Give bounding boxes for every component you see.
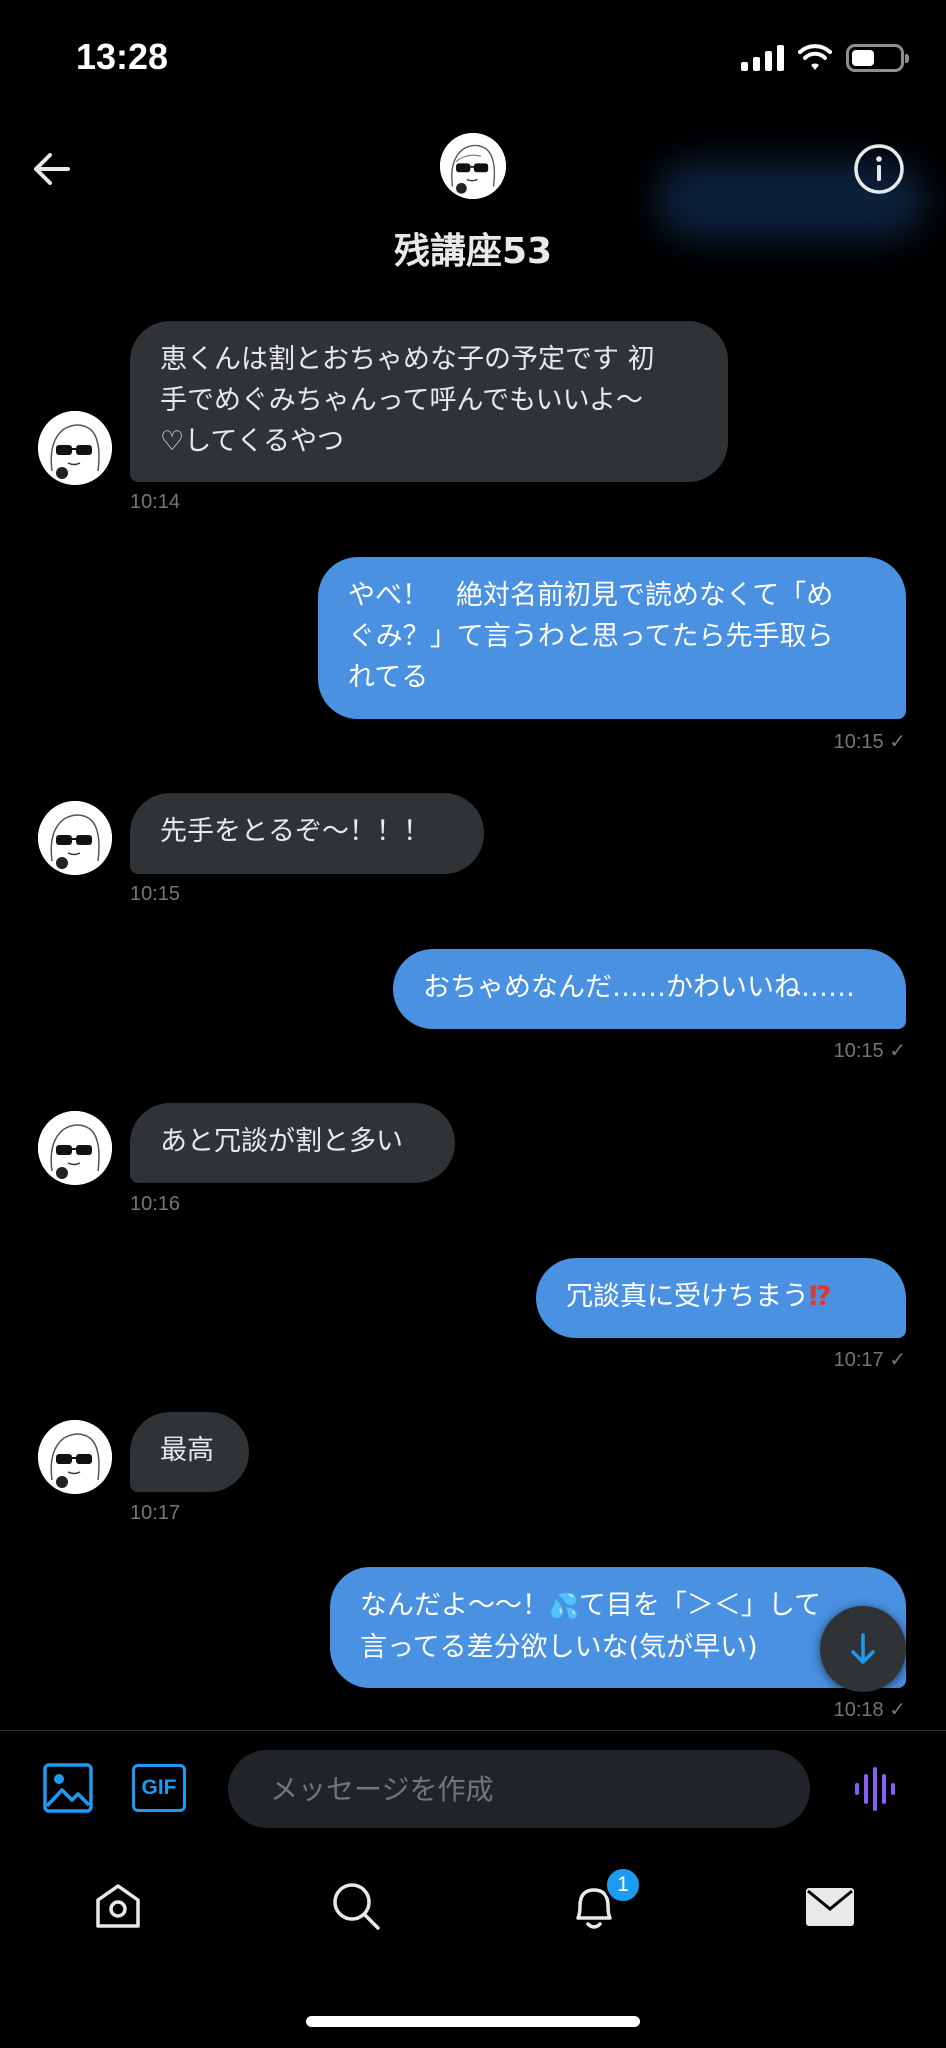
message-timestamp: 10:18 ✓ — [834, 1697, 906, 1722]
mail-icon — [806, 1888, 854, 1926]
message-time: 10:15 — [833, 1040, 884, 1062]
tab-messages[interactable] — [802, 1878, 858, 1934]
message-timestamp: 10:17 — [130, 1502, 181, 1524]
tab-search[interactable] — [328, 1878, 384, 1934]
status-time: 13:28 — [76, 36, 169, 77]
message-bubble-outgoing[interactable]: 冗談真に受けちまう⁉ — [536, 1258, 906, 1338]
sweat-droplets-emoji: 💦 — [549, 1592, 579, 1620]
message-bubble-outgoing[interactable]: なんだよ〜〜！💦て目を「＞＜」して 言ってる差分欲しいな(気が早い) — [330, 1567, 906, 1688]
arrow-down-icon — [851, 1633, 875, 1664]
message-bubble-incoming[interactable]: 恵くんは割とおちゃめな子の予定です 初 手でめぐみちゃんって呼んでもいいよ〜 ♡… — [130, 321, 728, 482]
message-input[interactable] — [228, 1750, 810, 1828]
battery-icon — [846, 44, 909, 72]
wifi-icon — [798, 44, 832, 70]
search-icon — [333, 1883, 380, 1930]
message-bubble-incoming[interactable]: 最高 — [130, 1412, 249, 1492]
message-time: 10:17 — [833, 1349, 884, 1371]
tab-home[interactable] — [90, 1878, 146, 1934]
back-arrow-icon[interactable] — [28, 146, 74, 192]
message-bubble-outgoing[interactable]: やべ！ 絶対名前初見で読めなくて「め ぐみ？」て言うわと思ってたら先手取ら れて… — [318, 557, 906, 719]
sent-check-icon: ✓ — [889, 1349, 906, 1371]
message-bubble-incoming[interactable]: 先手をとるぞ〜！！！ — [130, 793, 484, 874]
sender-avatar[interactable] — [38, 1420, 112, 1494]
conversation-title[interactable]: 残講座53 — [0, 222, 946, 274]
message-time: 10:18 — [833, 1699, 884, 1721]
sent-check-icon: ✓ — [889, 1040, 906, 1062]
notification-badge: 1 — [604, 1866, 642, 1904]
message-text: なんだよ〜〜！ — [360, 1590, 549, 1621]
message-timestamp: 10:15 ✓ — [834, 1038, 906, 1063]
sender-avatar[interactable] — [38, 1111, 112, 1185]
composer-divider — [0, 1730, 946, 1731]
home-indicator — [306, 2016, 640, 2027]
scroll-to-bottom-button[interactable] — [820, 1606, 906, 1692]
sender-avatar[interactable] — [38, 801, 112, 875]
header-avatar[interactable] — [440, 133, 506, 199]
message-timestamp: 10:14 — [130, 491, 181, 513]
sent-check-icon: ✓ — [889, 1699, 906, 1721]
message-timestamp: 10:15 ✓ — [834, 729, 906, 754]
message-bubble-incoming[interactable]: あと冗談が割と多い — [130, 1103, 455, 1183]
message-bubble-outgoing[interactable]: おちゃめなんだ……かわいいね…… — [393, 949, 906, 1029]
message-text: 冗談真に受けちまう — [566, 1281, 809, 1312]
message-timestamp: 10:15 — [130, 883, 181, 905]
voice-message-icon[interactable] — [852, 1764, 902, 1814]
info-icon[interactable] — [852, 142, 906, 196]
message-time: 10:15 — [833, 731, 884, 753]
message-timestamp: 10:16 — [130, 1193, 181, 1215]
image-icon[interactable] — [42, 1762, 94, 1814]
exclamation-question-emoji: ⁉ — [809, 1281, 832, 1312]
gif-button[interactable]: GIF — [132, 1764, 186, 1812]
sender-avatar[interactable] — [38, 411, 112, 485]
signal-icon — [741, 45, 784, 71]
message-timestamp: 10:17 ✓ — [834, 1347, 906, 1372]
status-icons — [741, 44, 909, 72]
sent-check-icon: ✓ — [889, 731, 906, 753]
home-icon — [96, 1884, 140, 1928]
